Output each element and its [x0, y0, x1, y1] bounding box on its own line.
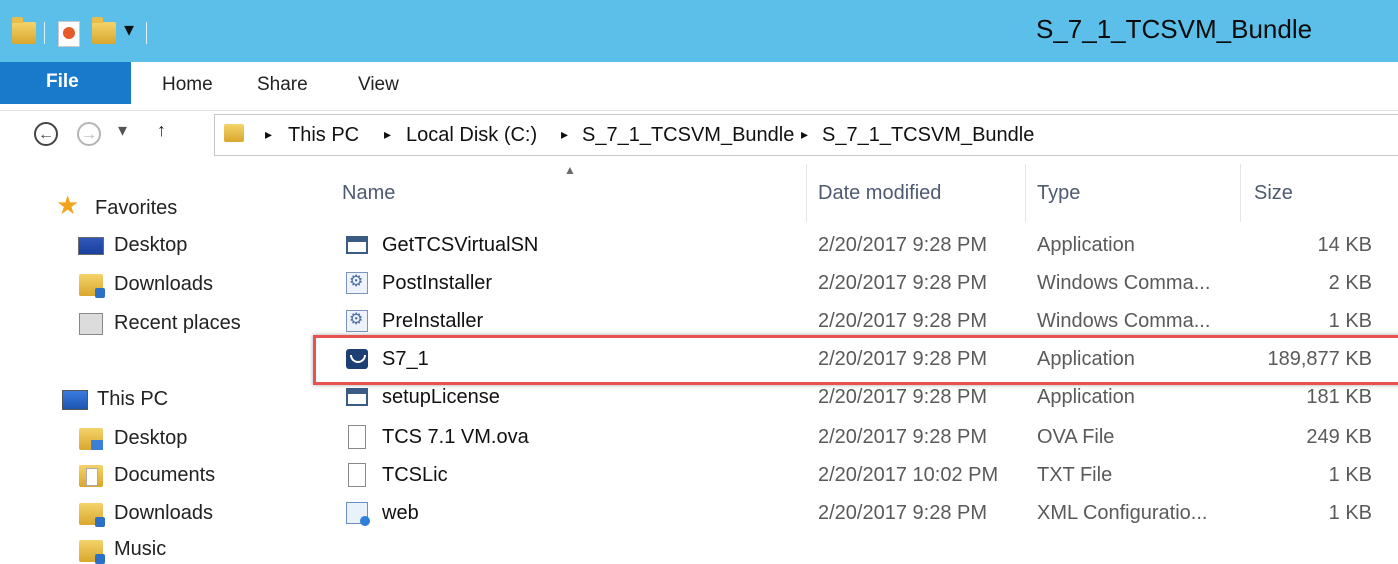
- breadcrumb-folder[interactable]: S_7_1_TCSVM_Bundle: [582, 124, 794, 147]
- file-size: 2 KB: [1328, 272, 1372, 294]
- file-name: TCS 7.1 VM.ova: [382, 426, 529, 448]
- downloads-icon: [79, 503, 105, 527]
- separator: [146, 22, 147, 44]
- file-size: 249 KB: [1306, 426, 1372, 448]
- file-row-tcslic[interactable]: TCSLic 2/20/2017 10:02 PM TXT File 1 KB: [316, 458, 1398, 494]
- tab-view[interactable]: View: [358, 74, 399, 96]
- text-file-icon: [348, 463, 366, 487]
- customize-toolbar-icon[interactable]: ▾: [124, 17, 134, 42]
- file-type: Application: [1037, 234, 1135, 256]
- downloads-icon: [79, 274, 105, 298]
- file-name: web: [382, 502, 419, 524]
- file-icon: [348, 425, 366, 449]
- breadcrumb-separator[interactable]: ▸: [561, 126, 568, 143]
- breadcrumb-current-folder[interactable]: S_7_1_TCSVM_Bundle: [822, 124, 1034, 147]
- script-icon: [346, 271, 368, 294]
- sidebar-item-this-pc[interactable]: This PC: [97, 388, 168, 411]
- file-date: 2/20/2017 9:28 PM: [818, 272, 988, 294]
- file-name: TCSLic: [382, 464, 448, 486]
- file-type: Application: [1037, 386, 1135, 408]
- file-date: 2/20/2017 9:28 PM: [818, 386, 988, 408]
- breadcrumb-separator[interactable]: ▸: [265, 126, 272, 143]
- column-header-date-modified[interactable]: Date modified: [818, 182, 941, 205]
- desktop-folder-icon: [79, 428, 103, 450]
- file-name: GetTCSVirtualSN: [382, 234, 539, 256]
- file-type: Windows Comma...: [1037, 272, 1211, 294]
- file-name: setupLicense: [382, 386, 500, 408]
- file-type: Windows Comma...: [1037, 310, 1211, 332]
- file-size: 1 KB: [1328, 464, 1372, 486]
- tab-home[interactable]: Home: [162, 74, 213, 96]
- new-folder-icon[interactable]: [92, 17, 116, 44]
- file-row-web[interactable]: web 2/20/2017 9:28 PM XML Configuratio..…: [316, 496, 1398, 532]
- breadcrumb-local-disk[interactable]: Local Disk (C:): [406, 124, 537, 147]
- file-row-setuplicense[interactable]: setupLicense 2/20/2017 9:28 PM Applicati…: [316, 380, 1398, 416]
- column-header-name[interactable]: Name: [342, 182, 395, 205]
- application-icon: [346, 236, 368, 254]
- sidebar-item-downloads[interactable]: Downloads: [114, 273, 213, 296]
- file-date: 2/20/2017 9:28 PM: [818, 234, 988, 256]
- sidebar-item-pc-downloads[interactable]: Downloads: [114, 502, 213, 525]
- computer-icon: [62, 390, 88, 410]
- file-type: OVA File: [1037, 426, 1115, 448]
- recent-locations-dropdown[interactable]: ▾: [118, 120, 127, 141]
- file-size: 1 KB: [1328, 502, 1372, 524]
- file-row-postinstaller[interactable]: PostInstaller 2/20/2017 9:28 PM Windows …: [316, 266, 1398, 302]
- column-divider[interactable]: [806, 164, 807, 222]
- file-size: 1 KB: [1328, 310, 1372, 332]
- back-button[interactable]: ←: [34, 122, 58, 146]
- tab-file[interactable]: File: [0, 62, 131, 104]
- file-size: 14 KB: [1317, 234, 1372, 256]
- window-title: S_7_1_TCSVM_Bundle: [1036, 14, 1313, 44]
- application-icon: [346, 388, 368, 406]
- file-date: 2/20/2017 9:28 PM: [818, 310, 988, 332]
- file-date: 2/20/2017 9:28 PM: [818, 426, 988, 448]
- file-row-tcs-ova[interactable]: TCS 7.1 VM.ova 2/20/2017 9:28 PM OVA Fil…: [316, 420, 1398, 456]
- sidebar-item-desktop[interactable]: Desktop: [114, 234, 187, 257]
- folder-icon[interactable]: [12, 17, 36, 44]
- file-date: 2/20/2017 9:28 PM: [818, 502, 988, 524]
- file-name: PreInstaller: [382, 310, 484, 332]
- file-type: XML Configuratio...: [1037, 502, 1208, 524]
- folder-icon: [224, 124, 244, 142]
- file-type: TXT File: [1037, 464, 1113, 486]
- highlight-box: [313, 335, 1398, 385]
- star-icon: ★: [56, 190, 80, 220]
- forward-button[interactable]: →: [77, 122, 101, 146]
- sidebar-item-recent-places[interactable]: Recent places: [114, 312, 241, 335]
- tab-share[interactable]: Share: [257, 74, 308, 96]
- column-header-size[interactable]: Size: [1254, 182, 1293, 205]
- column-divider[interactable]: [1240, 164, 1241, 222]
- script-icon: [346, 309, 368, 332]
- documents-icon: [79, 465, 103, 487]
- breadcrumb-separator[interactable]: ▸: [384, 126, 391, 143]
- file-name: PostInstaller: [382, 272, 493, 294]
- properties-icon[interactable]: [58, 21, 80, 47]
- xml-config-icon: [346, 502, 370, 526]
- separator: [44, 22, 45, 44]
- file-row-gettcsvirtualsn[interactable]: GetTCSVirtualSN 2/20/2017 9:28 PM Applic…: [316, 228, 1398, 264]
- sidebar-item-pc-desktop[interactable]: Desktop: [114, 427, 187, 450]
- music-icon: [79, 540, 105, 564]
- breadcrumb-separator[interactable]: ▸: [801, 126, 808, 143]
- column-header-type[interactable]: Type: [1037, 182, 1080, 205]
- sort-ascending-icon: ▲: [564, 163, 576, 177]
- sidebar-item-music[interactable]: Music: [114, 538, 166, 561]
- sidebar-item-documents[interactable]: Documents: [114, 464, 215, 487]
- breadcrumb-this-pc[interactable]: This PC: [288, 124, 359, 147]
- file-date: 2/20/2017 10:02 PM: [818, 464, 999, 486]
- file-size: 181 KB: [1306, 386, 1372, 408]
- column-divider[interactable]: [1025, 164, 1026, 222]
- up-button[interactable]: ↑: [157, 120, 166, 141]
- sidebar-item-favorites[interactable]: Favorites: [95, 197, 177, 220]
- desktop-icon: [78, 237, 104, 255]
- recent-places-icon: [79, 313, 103, 335]
